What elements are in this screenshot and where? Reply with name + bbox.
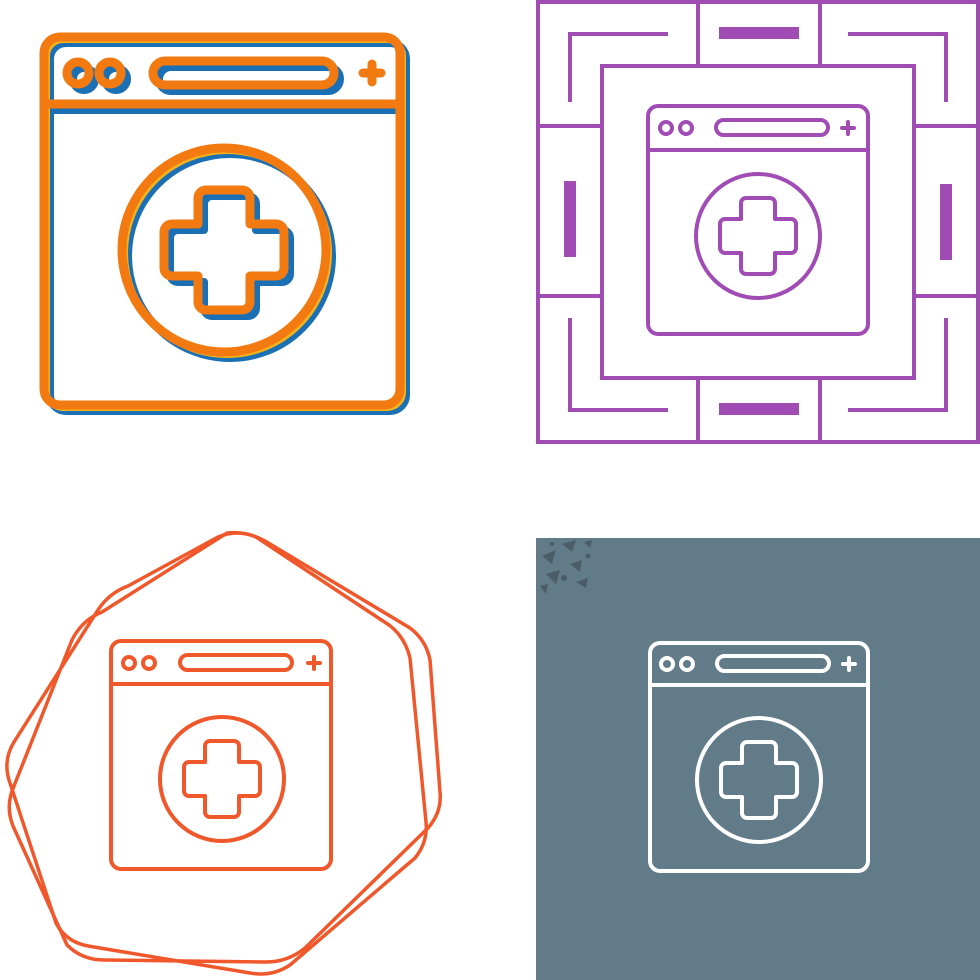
- icon-variant-badge-frame: [0, 490, 490, 980]
- add-tab-icon: [358, 59, 386, 87]
- icon-variant-maze-frame: [490, 0, 980, 490]
- slate-background: [536, 538, 980, 980]
- browser-window-frame: [109, 639, 333, 871]
- medical-browser-icon: [536, 0, 980, 444]
- medical-circle: [158, 715, 286, 843]
- main-strokes: [646, 104, 870, 336]
- add-tab-icon: [306, 655, 322, 671]
- window-dot-icon: [678, 120, 694, 136]
- add-tab-icon: [840, 120, 856, 136]
- address-bar: [178, 653, 294, 672]
- medical-circle: [694, 172, 822, 300]
- badge-frame: [5, 530, 442, 976]
- main-strokes: [109, 639, 333, 871]
- maze-frame: [536, 0, 980, 444]
- window-dot-icon: [658, 120, 674, 136]
- window-dot-icon: [121, 655, 137, 671]
- window-dot-icon: [141, 655, 157, 671]
- medical-cross-icon: [718, 196, 798, 276]
- address-bar: [714, 118, 830, 137]
- medical-browser-icon: [39, 32, 410, 415]
- maze-bars: [564, 27, 952, 415]
- icon-variant-offset-color: [0, 0, 490, 490]
- medical-browser-icon: [536, 538, 980, 980]
- medical-cross-icon: [159, 185, 289, 315]
- address-bar: [148, 56, 339, 90]
- medical-circle: [117, 143, 331, 357]
- icon-variant-dark-background: [490, 490, 980, 980]
- medical-browser-icon: [5, 530, 442, 976]
- medical-cross-icon: [182, 739, 262, 819]
